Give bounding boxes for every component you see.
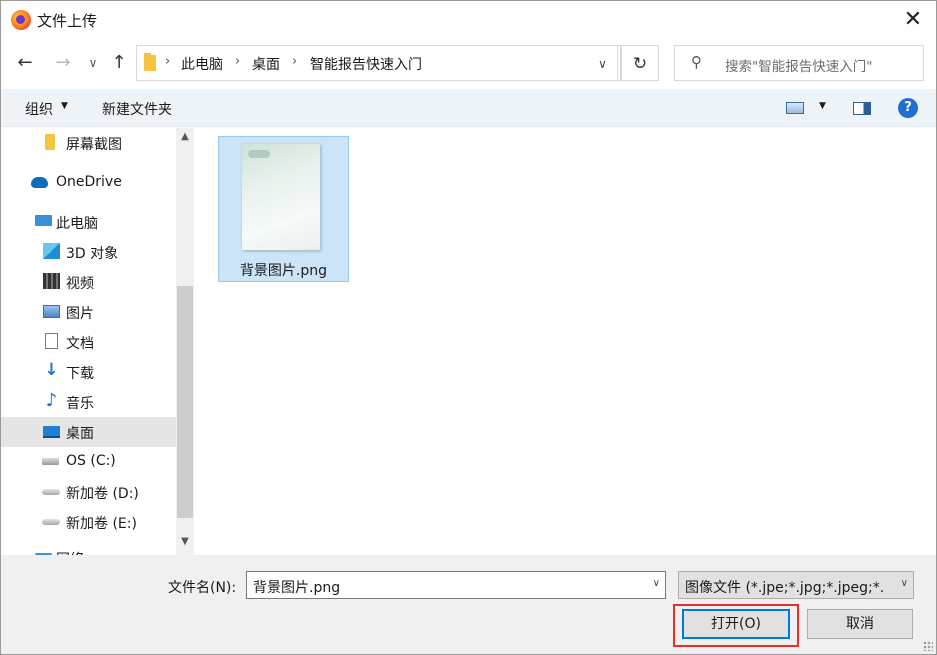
search-icon: ⚲ xyxy=(691,53,702,71)
pictures-icon xyxy=(43,305,60,318)
back-arrow-icon[interactable]: ← xyxy=(13,51,37,75)
dialog-footer: 文件名(N): 背景图片.png ∨ 图像文件 (*.jpe;*.jpg;*.j… xyxy=(1,555,936,654)
sidebar-item-label: 新加卷 (D:) xyxy=(66,486,139,502)
navigation-bar: ← → ∨ ↑ › 此电脑 › 桌面 › 智能报告快速入门 ∨ ↻ ⚲ 搜索"智… xyxy=(1,39,936,87)
sidebar-item-this-pc[interactable]: 此电脑 xyxy=(1,207,176,237)
sidebar-item-label: OS (C:) xyxy=(66,453,116,469)
address-dropdown-icon[interactable]: ∨ xyxy=(585,45,621,81)
up-arrow-icon[interactable]: ↑ xyxy=(107,51,131,75)
this-pc-icon xyxy=(35,215,52,226)
folder-icon xyxy=(45,134,55,150)
sidebar-item-drive-e[interactable]: 新加卷 (E:) xyxy=(1,507,176,537)
sidebar-item-documents[interactable]: 文档 xyxy=(1,327,176,357)
new-folder-button[interactable]: 新建文件夹 xyxy=(102,99,172,119)
firefox-icon xyxy=(11,10,31,30)
filename-value: 背景图片.png xyxy=(253,580,341,596)
view-options-caret-icon[interactable]: ▼ xyxy=(819,101,826,111)
video-icon xyxy=(43,273,60,289)
sidebar-item-label: 下载 xyxy=(66,366,94,382)
scroll-down-icon[interactable]: ▼ xyxy=(176,536,194,547)
help-icon[interactable]: ? xyxy=(898,98,918,118)
organize-button[interactable]: 组织 xyxy=(25,99,53,119)
3d-objects-icon xyxy=(43,243,60,259)
breadcrumb-separator-icon: › xyxy=(292,54,298,69)
file-item[interactable]: 背景图片.png xyxy=(218,136,349,282)
recent-locations-chevron-icon[interactable]: ∨ xyxy=(81,51,105,75)
scroll-up-icon[interactable]: ▲ xyxy=(176,131,194,142)
sidebar-item-drive-d[interactable]: 新加卷 (D:) xyxy=(1,477,176,507)
sidebar-item-downloads[interactable]: ↓ 下载 xyxy=(1,357,176,387)
breadcrumb-separator-icon: › xyxy=(165,54,171,69)
organize-caret-icon[interactable]: ▼ xyxy=(61,101,68,111)
download-icon: ↓ xyxy=(44,360,59,380)
search-input[interactable]: ⚲ 搜索"智能报告快速入门" xyxy=(674,45,924,81)
sidebar-item-music[interactable]: ♪ 音乐 xyxy=(1,387,176,417)
sidebar-item-label: 文档 xyxy=(66,336,94,352)
sidebar-item-screenshots[interactable]: 屏幕截图 xyxy=(1,128,176,158)
forward-arrow-icon[interactable]: → xyxy=(51,51,75,75)
sidebar-item-network[interactable]: 网络 xyxy=(1,543,176,555)
filetype-select[interactable]: 图像文件 (*.jpe;*.jpg;*.jpeg;*.gif;*.png) ∨ xyxy=(678,571,914,599)
file-upload-dialog: 文件上传 ✕ ← → ∨ ↑ › 此电脑 › 桌面 › 智能报告快速入门 ∨ ↻… xyxy=(0,0,937,655)
sidebar-item-videos[interactable]: 视频 xyxy=(1,267,176,297)
sidebar-item-desktop[interactable]: 桌面 xyxy=(1,417,176,447)
sidebar-item-label: 3D 对象 xyxy=(66,246,119,262)
address-bar[interactable]: › 此电脑 › 桌面 › 智能报告快速入门 xyxy=(136,45,618,81)
refresh-icon[interactable]: ↻ xyxy=(621,45,659,81)
documents-icon xyxy=(45,333,58,349)
open-button[interactable]: 打开(O) xyxy=(682,609,790,639)
title-bar: 文件上传 ✕ xyxy=(1,1,936,39)
sidebar-item-label: OneDrive xyxy=(56,174,122,190)
folder-icon xyxy=(144,53,156,71)
drive-icon xyxy=(42,519,60,525)
sidebar-item-drive-c[interactable]: OS (C:) xyxy=(1,447,176,477)
file-name: 背景图片.png xyxy=(239,263,328,279)
filetype-value: 图像文件 (*.jpe;*.jpg;*.jpeg;*.gif;*.png) xyxy=(685,580,883,596)
desktop-icon xyxy=(43,426,60,438)
chevron-down-icon[interactable]: ∨ xyxy=(901,578,908,589)
close-button[interactable]: ✕ xyxy=(900,7,926,33)
sidebar-scrollbar[interactable]: ▲ ▼ xyxy=(176,128,194,555)
change-view-icon[interactable] xyxy=(786,102,804,114)
search-placeholder: 搜索"智能报告快速入门" xyxy=(725,59,873,75)
scrollbar-thumb[interactable] xyxy=(177,286,193,518)
sidebar-item-label: 图片 xyxy=(66,306,94,322)
file-list[interactable]: 背景图片.png xyxy=(194,128,936,555)
music-icon: ♪ xyxy=(45,390,58,411)
image-thumbnail xyxy=(242,144,320,250)
breadcrumb-current-folder[interactable]: 智能报告快速入门 xyxy=(310,54,422,74)
filename-label: 文件名(N): xyxy=(168,580,237,596)
sidebar-item-pictures[interactable]: 图片 xyxy=(1,297,176,327)
filename-input[interactable]: 背景图片.png ∨ xyxy=(246,571,666,599)
onedrive-icon xyxy=(31,177,48,188)
navigation-pane: 屏幕截图 OneDrive 此电脑 3D 对象 视频 图片 文档 ↓ 下载 ♪ … xyxy=(1,128,176,555)
preview-pane-icon[interactable] xyxy=(853,102,871,115)
command-bar: 组织 ▼ 新建文件夹 ▼ ? xyxy=(1,89,936,127)
breadcrumb-desktop[interactable]: 桌面 xyxy=(252,54,280,74)
sidebar-item-label: 此电脑 xyxy=(56,216,98,232)
sidebar-item-label: 音乐 xyxy=(66,396,94,412)
resize-grip-icon[interactable] xyxy=(923,641,933,651)
sidebar-item-3d-objects[interactable]: 3D 对象 xyxy=(1,237,176,267)
breadcrumb-separator-icon: › xyxy=(235,54,241,69)
sidebar-item-label: 桌面 xyxy=(66,426,94,442)
sidebar-item-onedrive[interactable]: OneDrive xyxy=(1,168,176,198)
sidebar-item-label: 屏幕截图 xyxy=(66,137,122,153)
breadcrumb-this-pc[interactable]: 此电脑 xyxy=(181,54,223,74)
window-title: 文件上传 xyxy=(37,12,98,30)
sidebar-item-label: 新加卷 (E:) xyxy=(66,516,137,532)
drive-icon xyxy=(42,489,60,495)
chevron-down-icon[interactable]: ∨ xyxy=(653,578,660,589)
sidebar-item-label: 视频 xyxy=(66,276,94,292)
drive-c-icon xyxy=(42,458,59,465)
cancel-button[interactable]: 取消 xyxy=(807,609,913,639)
